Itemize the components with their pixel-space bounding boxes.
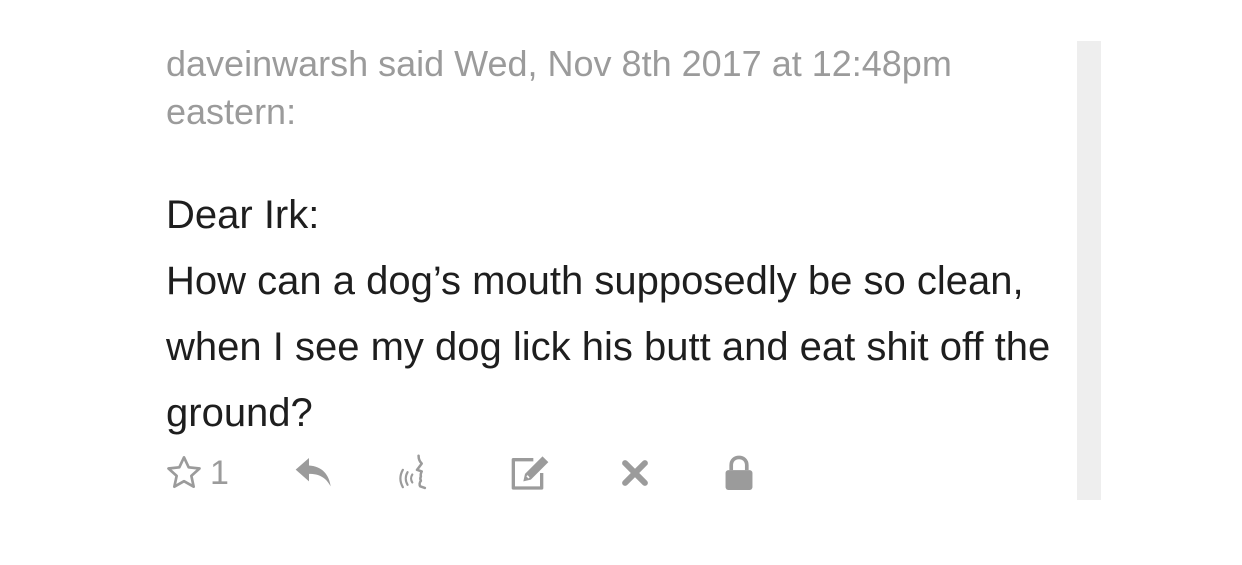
- speak-button[interactable]: [398, 445, 436, 501]
- speak-icon: [398, 451, 436, 495]
- star-icon: [164, 453, 204, 493]
- star-count: 1: [210, 453, 229, 492]
- comment-body: Dear Irk: How can a dog’s mouth supposed…: [166, 182, 1066, 446]
- comment-text: How can a dog’s mouth supposedly be so c…: [166, 259, 1051, 435]
- scrollbar-track[interactable]: [1077, 41, 1101, 500]
- reply-button[interactable]: [292, 445, 336, 501]
- comment: daveinwarsh said Wed, Nov 8th 2017 at 12…: [166, 40, 1066, 446]
- reply-icon: [292, 453, 336, 493]
- edit-icon: [508, 453, 552, 493]
- star-button[interactable]: 1: [164, 445, 229, 501]
- edit-button[interactable]: [508, 445, 552, 501]
- comment-meta: daveinwarsh said Wed, Nov 8th 2017 at 12…: [166, 43, 952, 132]
- comment-actions: 1: [164, 445, 784, 501]
- delete-icon: [618, 456, 652, 490]
- comment-greeting: Dear Irk:: [166, 193, 320, 237]
- lock-button[interactable]: [722, 445, 756, 501]
- lock-icon: [722, 453, 756, 493]
- delete-button[interactable]: [618, 445, 652, 501]
